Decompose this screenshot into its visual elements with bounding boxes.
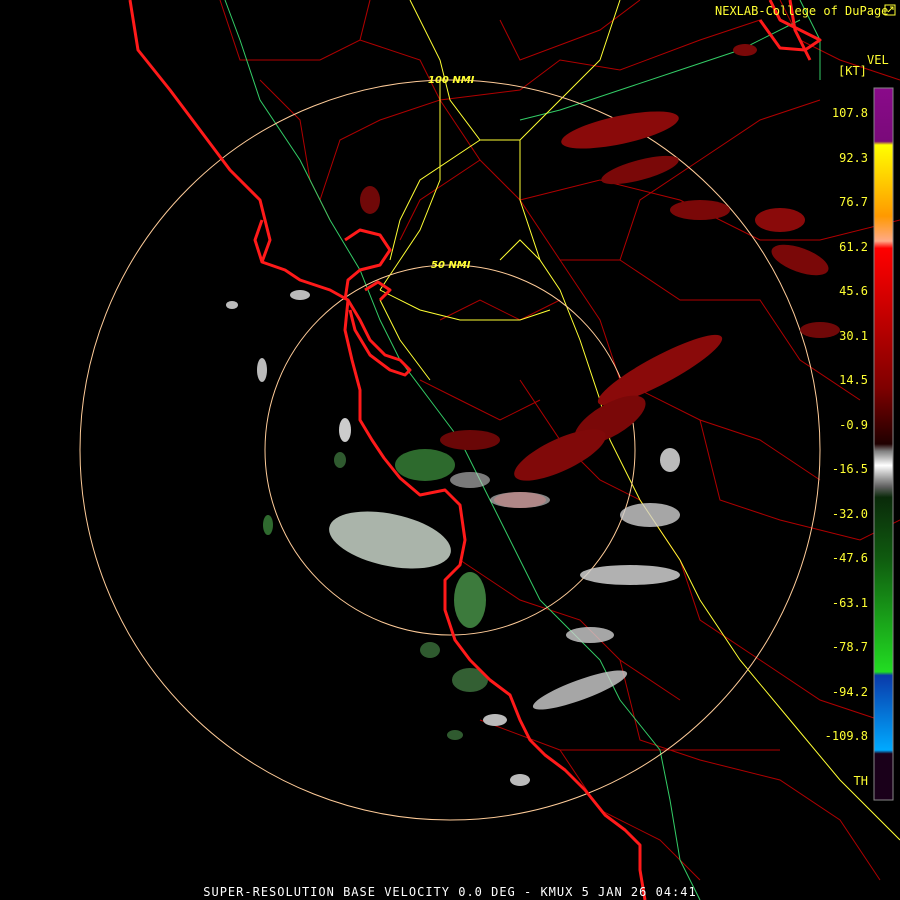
legend-tick-label: 76.7 xyxy=(839,195,868,209)
legend-tick-label: 30.1 xyxy=(839,329,868,343)
velocity-legend: VEL [KT] 107.892.376.761.245.630.114.5-0… xyxy=(825,53,894,801)
legend-tick-label: -47.6 xyxy=(832,551,868,565)
legend-tick-label: -0.9 xyxy=(839,418,868,432)
legend-tick-label: 45.6 xyxy=(839,284,868,298)
legend-tick-label: -109.8 xyxy=(825,729,868,743)
range-rings xyxy=(79,79,821,821)
credit-label: NEXLAB-College of DuPage xyxy=(715,4,888,18)
outbound-velocity-echoes xyxy=(263,449,488,740)
legend-product: VEL xyxy=(867,53,889,67)
legend-tick-label: -94.2 xyxy=(832,685,868,699)
legend-tick-labels: 107.8 92.3 76.7 61.2 45.6 30.1 14.5 -0.9 -16.5 -3… xyxy=(825,106,868,788)
legend-units: [KT] xyxy=(838,64,867,78)
legend-tick-label: 61.2 xyxy=(839,240,868,254)
coastline xyxy=(128,0,822,900)
radar-map: 100 NMI 50 NMI NEXLAB-College of DuPage … xyxy=(79,0,900,900)
legend-tick-label: 92.3 xyxy=(839,151,868,165)
inbound-velocity-echoes xyxy=(360,44,840,508)
ring-100-nmi xyxy=(79,79,821,821)
legend-tick-label: -78.7 xyxy=(832,640,868,654)
near-zero-velocity-echoes xyxy=(226,290,680,786)
legend-tick-label: 107.8 xyxy=(832,106,868,120)
rivers xyxy=(224,0,821,900)
legend-tick-label: -63.1 xyxy=(832,596,868,610)
ring-label-100: 100 NMI xyxy=(428,75,475,86)
legend-tick-label: -16.5 xyxy=(832,462,868,476)
legend-tick-label: TH xyxy=(854,774,868,788)
legend-tick-label: -32.0 xyxy=(832,507,868,521)
ring-label-50: 50 NMI xyxy=(431,260,471,271)
legend-tick-label: 14.5 xyxy=(839,373,868,387)
product-footer: SUPER-RESOLUTION BASE VELOCITY 0.0 DEG -… xyxy=(203,885,696,899)
legend-color-bar xyxy=(873,87,894,801)
